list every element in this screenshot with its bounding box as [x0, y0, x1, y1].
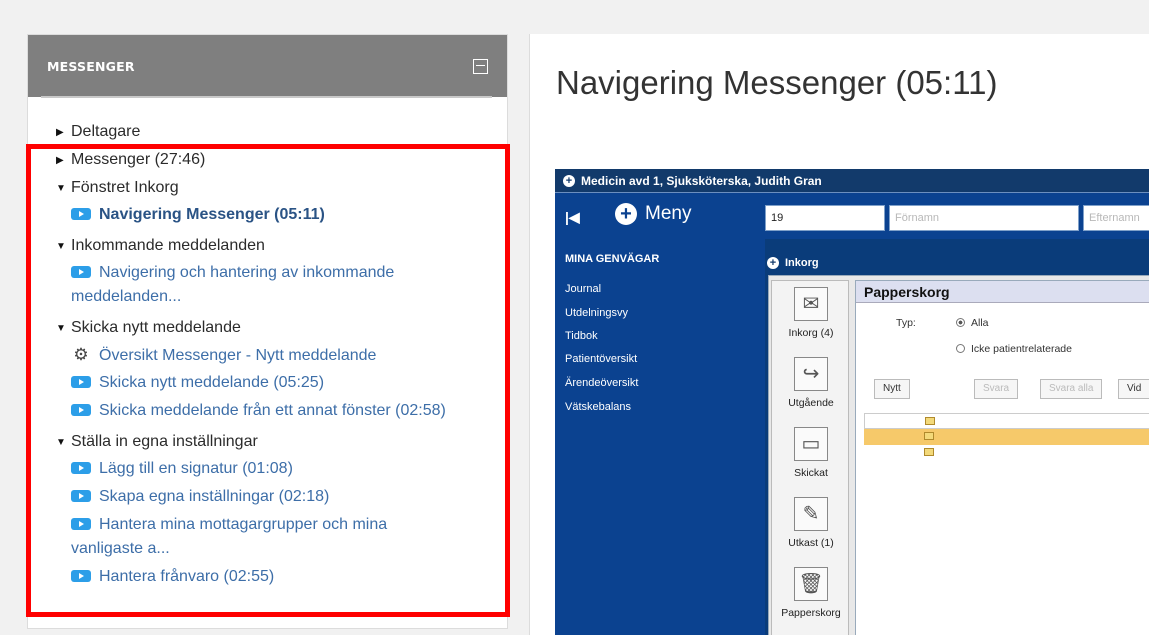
- radio-label: Alla: [971, 317, 989, 329]
- sent-icon: ▭: [794, 427, 828, 461]
- id-field: 19: [765, 205, 885, 231]
- folder-papperskorg: 🗑 Papperskorg: [772, 567, 850, 619]
- mail-icon: [924, 432, 934, 440]
- folder-utgaende: ↪ Utgående: [772, 357, 850, 409]
- inkorg-panel: ✉ Inkorg (4) ↪ Utgående ▭ Skickat ✎ Utkast (…: [768, 275, 1149, 635]
- folder-skickat: ▭ Skickat: [772, 427, 850, 479]
- papperskorg-title: Papperskorg: [856, 281, 1149, 303]
- app-topbar: + Medicin avd 1, Sjuksköterska, Judith G…: [555, 169, 1149, 193]
- shortcut-item: Utdelningsvy: [565, 307, 628, 319]
- embedded-screenshot: + Medicin avd 1, Sjuksköterska, Judith G…: [555, 169, 1149, 635]
- app-shortcuts: MINA GENVÄGAR Journal Utdelningsvy Tidbo…: [555, 239, 765, 635]
- outbox-icon: ↪: [794, 357, 828, 391]
- folder-label: Utkast (1): [788, 537, 834, 549]
- folder-icons: ✉ Inkorg (4) ↪ Utgående ▭ Skickat ✎ Utkast (…: [771, 280, 849, 635]
- inkorg-header: + Inkorg: [767, 257, 819, 269]
- first-page-icon: |◀: [565, 209, 580, 225]
- draft-icon: ✎: [794, 497, 828, 531]
- inkorg-label: Inkorg: [785, 257, 819, 269]
- page-title: Navigering Messenger (05:11): [556, 64, 998, 101]
- sidebar-header: MESSENGER: [28, 35, 507, 97]
- shortcut-item: Vätskebalans: [565, 401, 632, 413]
- app-nav: |◀ + Meny 19 Förnamn Efternamn: [555, 193, 1149, 239]
- folder-label: Papperskorg: [781, 607, 841, 619]
- sidebar-title: MESSENGER: [47, 58, 135, 74]
- triangle-right-icon: ▶: [56, 127, 64, 138]
- plus-circle-icon: +: [563, 174, 575, 187]
- folder-label: Inkorg (4): [788, 327, 834, 339]
- folder-utkast: ✎ Utkast (1): [772, 497, 850, 549]
- shortcut-item: Tidbok: [565, 330, 598, 342]
- sidebar-divider: [41, 96, 492, 98]
- folder-inkorg: ✉ Inkorg (4): [772, 287, 850, 339]
- radio-icke: Icke patientrelaterade: [956, 343, 1072, 355]
- shortcut-item: Ärendeöversikt: [565, 377, 639, 389]
- collapse-icon[interactable]: [473, 58, 488, 74]
- message-row-selected: [864, 429, 1149, 445]
- radio-alla: Alla: [956, 317, 989, 329]
- btn-vid: Vid: [1118, 379, 1149, 399]
- plus-circle-icon: +: [615, 203, 637, 225]
- typ-label: Typ:: [896, 317, 916, 329]
- app-topbar-text: Medicin avd 1, Sjuksköterska, Judith Gra…: [581, 173, 822, 188]
- radio-icon: [956, 344, 965, 353]
- shortcut-item: Journal: [565, 283, 602, 295]
- highlight-box: [26, 144, 510, 617]
- folder-label: Skickat: [794, 467, 828, 479]
- envelope-icon: ✉: [794, 287, 828, 321]
- btn-nytt: Nytt: [874, 379, 910, 399]
- papperskorg-pane: Papperskorg Typ: Alla Icke patientrelate…: [855, 280, 1149, 635]
- plus-circle-icon: +: [767, 257, 779, 269]
- btn-svara-alla: Svara alla: [1040, 379, 1103, 399]
- folder-label: Utgående: [788, 397, 834, 409]
- shortcut-item: Patientöversikt: [565, 353, 638, 365]
- shortcuts-title: MINA GENVÄGAR: [565, 253, 660, 265]
- trash-icon: 🗑: [794, 567, 828, 601]
- efternamn-field: Efternamn: [1083, 205, 1149, 231]
- fornamn-field: Förnamn: [889, 205, 1079, 231]
- message-grid-header: [864, 413, 1149, 429]
- section-deltagare[interactable]: ▶ Deltagare: [56, 123, 140, 141]
- btn-svara: Svara: [974, 379, 1019, 399]
- message-row: [864, 445, 1149, 461]
- main-content: Navigering Messenger (05:11) + Medicin a…: [529, 34, 1149, 635]
- mail-icon: [925, 417, 935, 425]
- menu-button: + Meny: [615, 203, 691, 225]
- section-label: Deltagare: [71, 123, 141, 140]
- radio-icon: [956, 318, 965, 327]
- mail-icon: [924, 448, 934, 456]
- radio-label: Icke patientrelaterade: [971, 343, 1072, 355]
- menu-label: Meny: [645, 203, 692, 224]
